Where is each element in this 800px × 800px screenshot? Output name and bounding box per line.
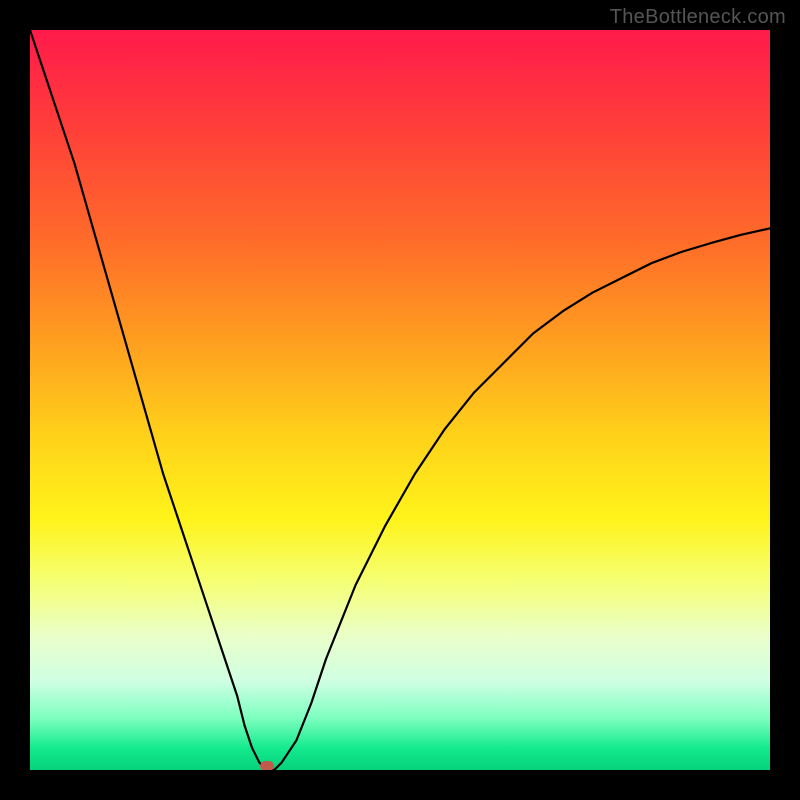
watermark-text: TheBottleneck.com	[610, 6, 786, 29]
minimum-marker	[260, 761, 274, 770]
chart-frame: TheBottleneck.com	[0, 0, 800, 800]
bottleneck-curve	[30, 30, 770, 770]
plot-area	[30, 30, 770, 770]
